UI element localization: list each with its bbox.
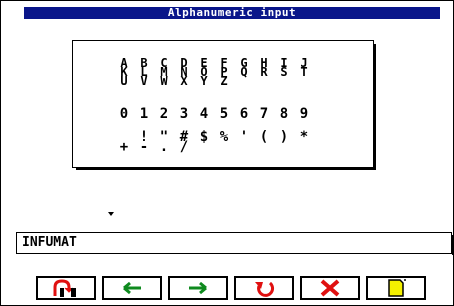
move-right-button[interactable] xyxy=(168,276,228,300)
digit-row: 0 1 2 3 4 5 6 7 8 9 xyxy=(114,107,414,121)
key-column: H R xyxy=(254,57,274,78)
key-column: B L V xyxy=(134,57,154,87)
key[interactable]: 9 xyxy=(294,107,314,121)
key[interactable]: Y xyxy=(194,75,214,87)
input-value: INFUMAT xyxy=(22,235,77,250)
key[interactable]: 8 xyxy=(274,107,294,121)
key[interactable]: Q xyxy=(234,66,254,78)
undo-icon xyxy=(255,281,275,297)
delete-x-icon xyxy=(320,279,340,297)
text-input-field[interactable]: INFUMAT xyxy=(16,232,454,255)
key-column: D N X xyxy=(174,57,194,87)
key[interactable]: . xyxy=(154,140,174,154)
symbol-row-2: + - . / xyxy=(114,140,414,154)
window-title: Alphanumeric input xyxy=(24,7,440,19)
key-column: A K U xyxy=(114,57,134,87)
key[interactable]: Z xyxy=(214,75,234,87)
key[interactable]: 5 xyxy=(214,107,234,121)
key[interactable]: 4 xyxy=(194,107,214,121)
arrow-left-icon xyxy=(123,281,141,295)
key[interactable]: - xyxy=(134,140,154,154)
key[interactable]: S xyxy=(274,66,294,78)
key[interactable]: 6 xyxy=(234,107,254,121)
cursor-caret xyxy=(108,212,114,216)
exit-button[interactable] xyxy=(36,276,96,300)
panel-shadow xyxy=(373,44,376,168)
key[interactable]: U xyxy=(114,75,134,87)
door-exit-icon xyxy=(53,279,76,297)
key[interactable]: + xyxy=(114,140,134,154)
key-column: I S xyxy=(274,57,294,78)
key[interactable]: 2 xyxy=(154,107,174,121)
key-column: G Q xyxy=(234,57,254,78)
key-column: E O Y xyxy=(194,57,214,87)
undo-button[interactable] xyxy=(234,276,294,300)
key[interactable]: 1 xyxy=(134,107,154,121)
delete-button[interactable] xyxy=(300,276,360,300)
character-keyboard-panel: A K U B L V C M W D N X E O Y F P Z G Q … xyxy=(72,40,374,168)
key[interactable]: / xyxy=(174,140,194,154)
arrow-right-icon xyxy=(189,281,207,295)
key-column: J T xyxy=(294,57,314,78)
key[interactable]: T xyxy=(294,66,314,78)
confirm-note-icon xyxy=(388,279,406,297)
key[interactable]: V xyxy=(134,75,154,87)
key[interactable]: W xyxy=(154,75,174,87)
key[interactable]: 0 xyxy=(114,107,134,121)
key-column: F P Z xyxy=(214,57,234,87)
key[interactable]: R xyxy=(254,66,274,78)
action-toolbar xyxy=(36,276,436,302)
key[interactable]: 7 xyxy=(254,107,274,121)
key[interactable]: 3 xyxy=(174,107,194,121)
panel-shadow xyxy=(76,167,376,170)
key[interactable]: X xyxy=(174,75,194,87)
confirm-button[interactable] xyxy=(366,276,426,300)
move-left-button[interactable] xyxy=(102,276,162,300)
key-column: C M W xyxy=(154,57,174,87)
